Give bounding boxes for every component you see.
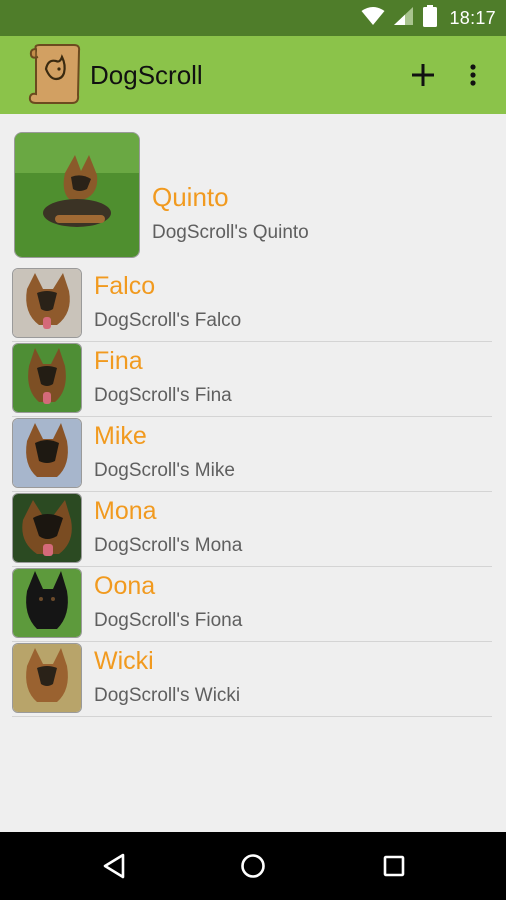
status-time: 18:17 xyxy=(449,7,496,28)
dog-subtitle: DogScroll's Fiona xyxy=(94,610,243,631)
dog-photo xyxy=(12,418,82,488)
status-bar: 18:17 xyxy=(0,0,506,36)
list-item-mike[interactable]: Mike DogScroll's Mike xyxy=(12,416,492,492)
dog-subtitle: DogScroll's Mona xyxy=(94,535,243,556)
dog-photo xyxy=(12,268,82,338)
dog-subtitle: DogScroll's Wicki xyxy=(94,685,241,706)
dog-subtitle: DogScroll's Mike xyxy=(94,460,235,481)
list-item-oona[interactable]: Oona DogScroll's Fiona xyxy=(12,566,492,642)
navigation-bar xyxy=(0,832,506,900)
list-item-fina[interactable]: Fina DogScroll's Fina xyxy=(12,341,492,417)
add-icon[interactable] xyxy=(406,58,440,92)
app-title: DogScroll xyxy=(90,60,203,90)
home-icon[interactable] xyxy=(233,846,273,886)
dog-photo xyxy=(12,493,82,563)
dog-list: Quinto DogScroll's Quinto Falco DogScrol… xyxy=(0,114,506,832)
dog-photo xyxy=(12,568,82,638)
dog-subtitle: DogScroll's Fina xyxy=(94,385,232,406)
scroll-logo-icon xyxy=(26,43,84,107)
dog-photo xyxy=(12,643,82,713)
screen: 18:17 DogScroll Quinto DogScroll's Quint… xyxy=(0,0,506,900)
dog-name: Wicki xyxy=(94,647,154,675)
dog-photo xyxy=(12,343,82,413)
dog-photo xyxy=(14,132,140,258)
list-item-falco[interactable]: Falco DogScroll's Falco xyxy=(12,266,492,342)
dog-subtitle: DogScroll's Falco xyxy=(94,310,242,331)
list-item-wicki[interactable]: Wicki DogScroll's Wicki xyxy=(12,641,492,717)
dog-name: Falco xyxy=(94,272,156,300)
dog-subtitle: DogScroll's Quinto xyxy=(152,222,309,243)
recents-icon[interactable] xyxy=(374,846,414,886)
overflow-menu-icon[interactable] xyxy=(458,58,488,92)
wifi-icon xyxy=(361,6,385,31)
dog-name: Oona xyxy=(94,572,156,600)
battery-icon xyxy=(423,4,438,32)
back-icon[interactable] xyxy=(94,846,134,886)
status-icons: 18:17 xyxy=(361,0,496,36)
app-bar: DogScroll xyxy=(0,36,506,114)
cellular-signal-icon xyxy=(393,6,415,31)
dog-name: Mona xyxy=(94,497,157,525)
dog-name: Mike xyxy=(94,422,147,450)
list-item-quinto[interactable]: Quinto DogScroll's Quinto xyxy=(14,132,492,260)
dog-name: Quinto xyxy=(152,182,229,212)
dog-name: Fina xyxy=(94,347,143,375)
list-item-mona[interactable]: Mona DogScroll's Mona xyxy=(12,491,492,567)
